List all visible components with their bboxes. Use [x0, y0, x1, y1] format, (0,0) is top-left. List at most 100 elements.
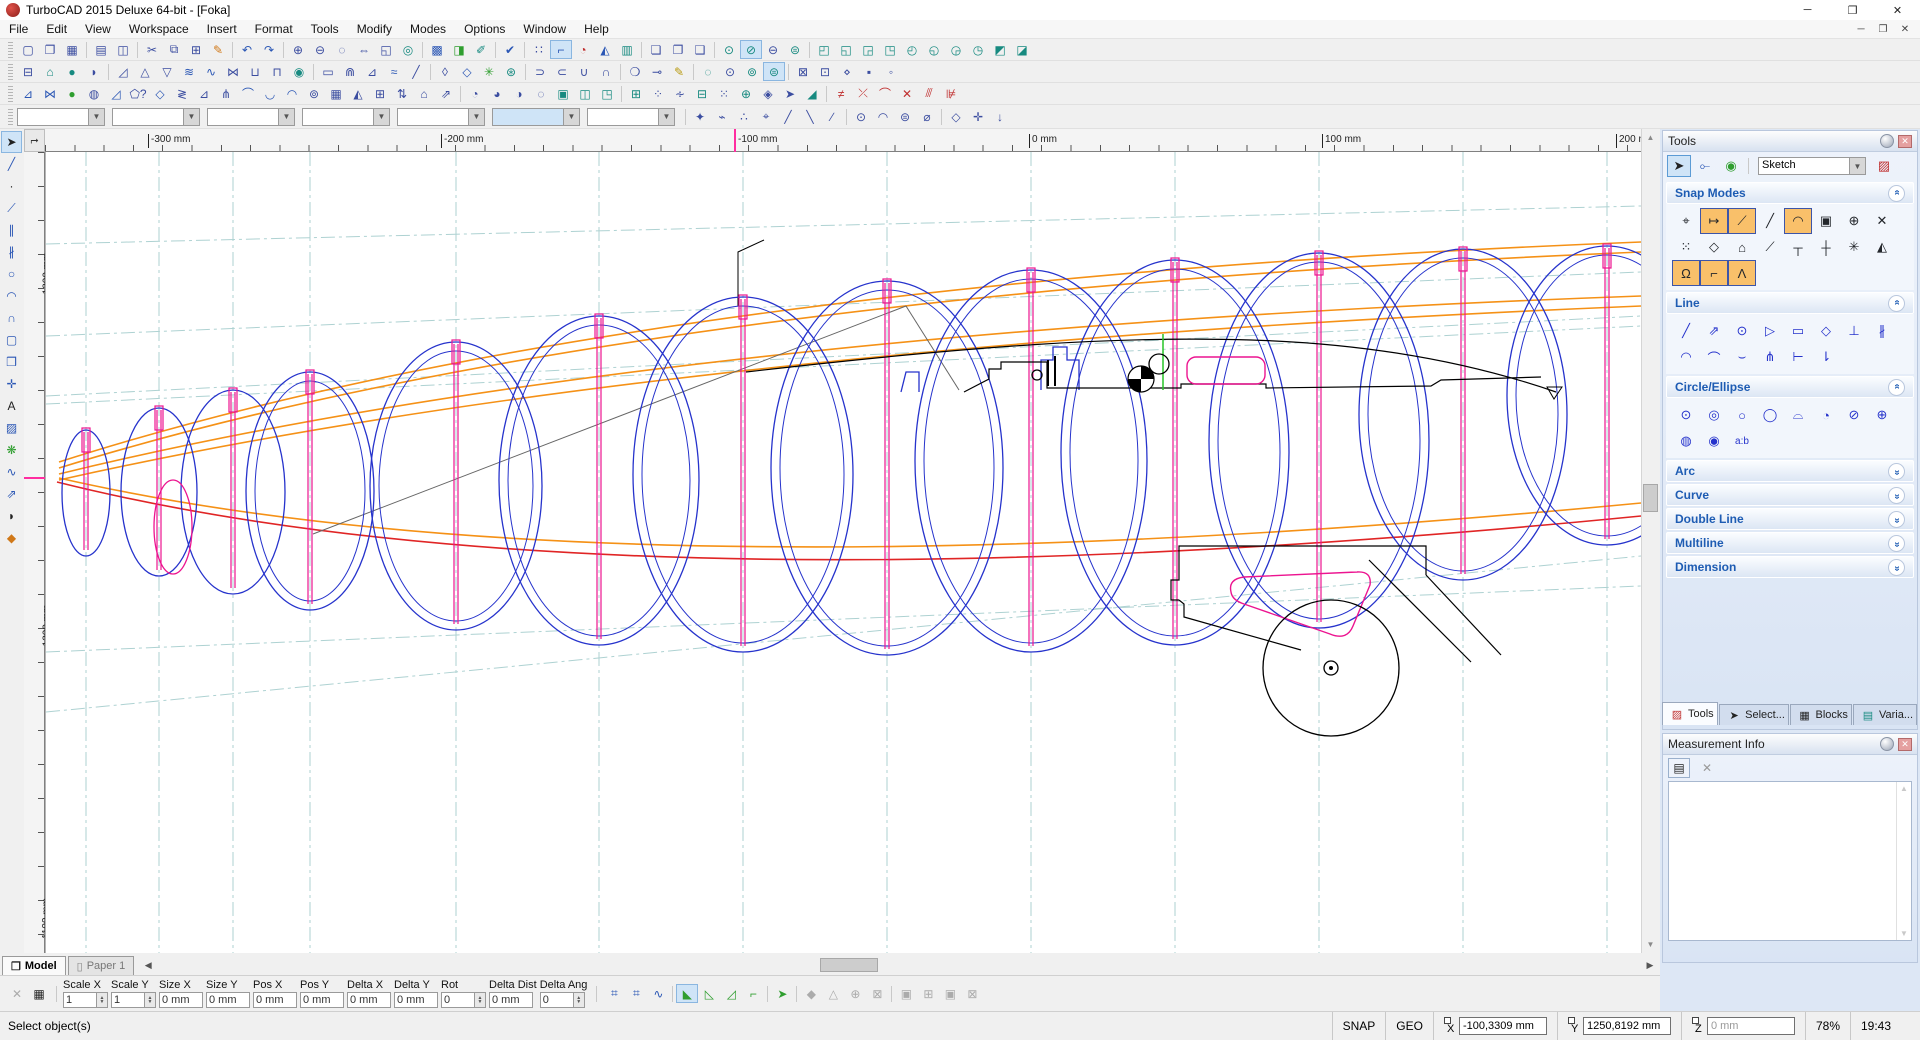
toolbar-icon[interactable]: ◌	[331, 40, 353, 59]
toolbar-icon[interactable]: ◱	[835, 40, 857, 59]
toolbar-icon[interactable]: ∻	[669, 84, 691, 103]
toolbar-icon[interactable]: ◡	[259, 84, 281, 103]
toolbar-icon[interactable]: ≠	[830, 84, 852, 103]
toolbar-icon[interactable]: ⊯	[940, 84, 962, 103]
toolbar-icon[interactable]: ╱	[405, 62, 427, 81]
menu-tools[interactable]: Tools	[302, 20, 348, 38]
expand-chevron-icon[interactable]: »	[1888, 487, 1905, 504]
menu-options[interactable]: Options	[455, 20, 514, 38]
inspector-icon[interactable]: ◣	[676, 984, 698, 1003]
line-bisector-icon[interactable]: ⋔	[1756, 344, 1784, 370]
toolbar-icon[interactable]: ❐	[667, 40, 689, 59]
fuselage-outline[interactable]	[1171, 546, 1426, 600]
snap-vertex-icon[interactable]: ↦	[1700, 208, 1728, 234]
toolbar-icon[interactable]: ▤	[90, 40, 112, 59]
toolbar-icon[interactable]: ⇔	[353, 40, 375, 59]
snap-grid-icon[interactable]: ⁙	[1672, 234, 1700, 260]
line-rectangle-icon[interactable]: ▭	[1784, 318, 1812, 344]
measurement-list[interactable]: ▲ ▼	[1668, 781, 1912, 941]
section-header-line[interactable]: Line»	[1666, 292, 1914, 314]
toolbar-icon[interactable]: ◌	[530, 84, 552, 103]
inspector-icon[interactable]: ▦	[28, 984, 50, 1003]
toolbar-icon[interactable]: ◦	[880, 62, 902, 81]
toolbar-icon[interactable]: ⌒	[874, 84, 896, 103]
property-combo-3[interactable]: ▼	[207, 108, 295, 126]
line-polygon-icon[interactable]: ⊙	[1728, 318, 1756, 344]
pin-icon[interactable]	[1880, 134, 1894, 148]
circle-ttt-icon[interactable]: ⊕	[1868, 402, 1896, 428]
nose-former[interactable]	[154, 480, 192, 574]
line-orthogonal-icon[interactable]: ⊢	[1784, 344, 1812, 370]
toolbar-icon[interactable]: ◉	[288, 62, 310, 81]
toolbar-icon[interactable]: ⋒	[339, 62, 361, 81]
toolbar-icon[interactable]: ⊕	[287, 40, 309, 59]
sheet-tab-model[interactable]: ❒Model	[2, 956, 66, 975]
vertical-scroll-thumb[interactable]	[1643, 484, 1658, 512]
chevron-down-icon[interactable]: ▼	[1849, 158, 1865, 174]
line-segment-icon[interactable]: ╱	[1672, 318, 1700, 344]
collapse-chevron-icon[interactable]: »	[1888, 379, 1905, 396]
line-polyline-icon[interactable]: ⇗	[1700, 318, 1728, 344]
toolbar-icon[interactable]: △	[134, 62, 156, 81]
vertical-scrollbar[interactable]: ▲ ▼	[1641, 129, 1658, 953]
toolbar-icon[interactable]: ⊖	[309, 40, 331, 59]
line-tangent-from-arc-icon[interactable]: ⌒	[1700, 344, 1728, 370]
chevron-down-icon[interactable]: ▼	[468, 109, 484, 125]
collapse-chevron-icon[interactable]: »	[1888, 295, 1905, 312]
inspector-icon[interactable]: ⊠	[961, 984, 983, 1003]
toolbar-icon[interactable]: ⁘	[647, 84, 669, 103]
minimize-button[interactable]: ─	[1785, 0, 1830, 20]
horizontal-scrollbar[interactable]: ◀ ▶	[140, 957, 1658, 974]
close-button[interactable]: ✕	[1875, 0, 1920, 20]
toolbar-icon[interactable]: ◷	[967, 40, 989, 59]
zoom-level[interactable]: 78%	[1805, 1012, 1850, 1040]
toolbar-icon[interactable]: ⇗	[435, 84, 457, 103]
style-combo[interactable]: Sketch▼	[1758, 157, 1866, 175]
menu-modify[interactable]: Modify	[348, 20, 401, 38]
toolbar-icon[interactable]: ⋔	[215, 84, 237, 103]
chevron-down-icon[interactable]: ▼	[88, 109, 104, 125]
field-input[interactable]	[300, 992, 344, 1008]
toolbar-icon[interactable]: ∩	[595, 62, 617, 81]
toolbar-icon[interactable]: ➤	[779, 84, 801, 103]
property-icon[interactable]: ∴	[733, 107, 755, 126]
toolbar-icon[interactable]: ●	[61, 84, 83, 103]
y-coordinate-field[interactable]: 1250,8192 mm	[1583, 1017, 1671, 1035]
fuselage-outline[interactable]	[1369, 560, 1471, 662]
toolbar-icon[interactable]: ◨	[448, 40, 470, 59]
toolbar-icon[interactable]: ▦	[61, 40, 83, 59]
snap-toggle[interactable]: SNAP	[1332, 1012, 1386, 1040]
drawing-tool[interactable]: A	[1, 395, 22, 417]
toolbar-icon[interactable]: ◰	[813, 40, 835, 59]
wing-root-detail[interactable]	[901, 372, 919, 392]
chevron-down-icon[interactable]: ▼	[373, 109, 389, 125]
toolbar-icon[interactable]: ◴	[901, 40, 923, 59]
property-icon[interactable]: ⊜	[894, 107, 916, 126]
x-coordinate-field[interactable]: -100,3309 mm	[1459, 1017, 1547, 1035]
chevron-down-icon[interactable]: ▼	[658, 109, 674, 125]
tools-palette-header[interactable]: Tools ✕	[1663, 131, 1917, 152]
circle-3-point-icon[interactable]: ◯	[1756, 402, 1784, 428]
line-rotated-rectangle-icon[interactable]: ◇	[1812, 318, 1840, 344]
circle-concentric-icon[interactable]: ◎	[1700, 402, 1728, 428]
property-combo-4[interactable]: ▼	[302, 108, 390, 126]
field-input[interactable]	[159, 992, 203, 1008]
drawing-tool[interactable]: ·	[1, 175, 22, 197]
palette-tab-icon[interactable]: ▤	[1860, 708, 1876, 722]
expand-chevron-icon[interactable]: »	[1888, 535, 1905, 552]
property-icon[interactable]: ∕	[821, 107, 843, 126]
drawing-tool[interactable]: ◗	[1, 505, 22, 527]
toolbar-icon[interactable]: ⊛	[500, 62, 522, 81]
field-input[interactable]	[441, 992, 475, 1008]
toolbar-icon[interactable]: ◔	[464, 84, 486, 103]
toolbar-icon[interactable]: ✂	[141, 40, 163, 59]
toolbar-icon[interactable]: ⊖	[762, 40, 784, 59]
field-input[interactable]	[489, 992, 533, 1008]
menu-format[interactable]: Format	[246, 20, 302, 38]
expand-chevron-icon[interactable]: »	[1888, 463, 1905, 480]
toolbar-icon[interactable]: ⊘	[740, 40, 762, 59]
inspector-icon[interactable]: ◆	[800, 984, 822, 1003]
toolbar-icon[interactable]: ✐	[470, 40, 492, 59]
geo-toggle[interactable]: GEO	[1385, 1012, 1433, 1040]
property-icon[interactable]: ✦	[689, 107, 711, 126]
